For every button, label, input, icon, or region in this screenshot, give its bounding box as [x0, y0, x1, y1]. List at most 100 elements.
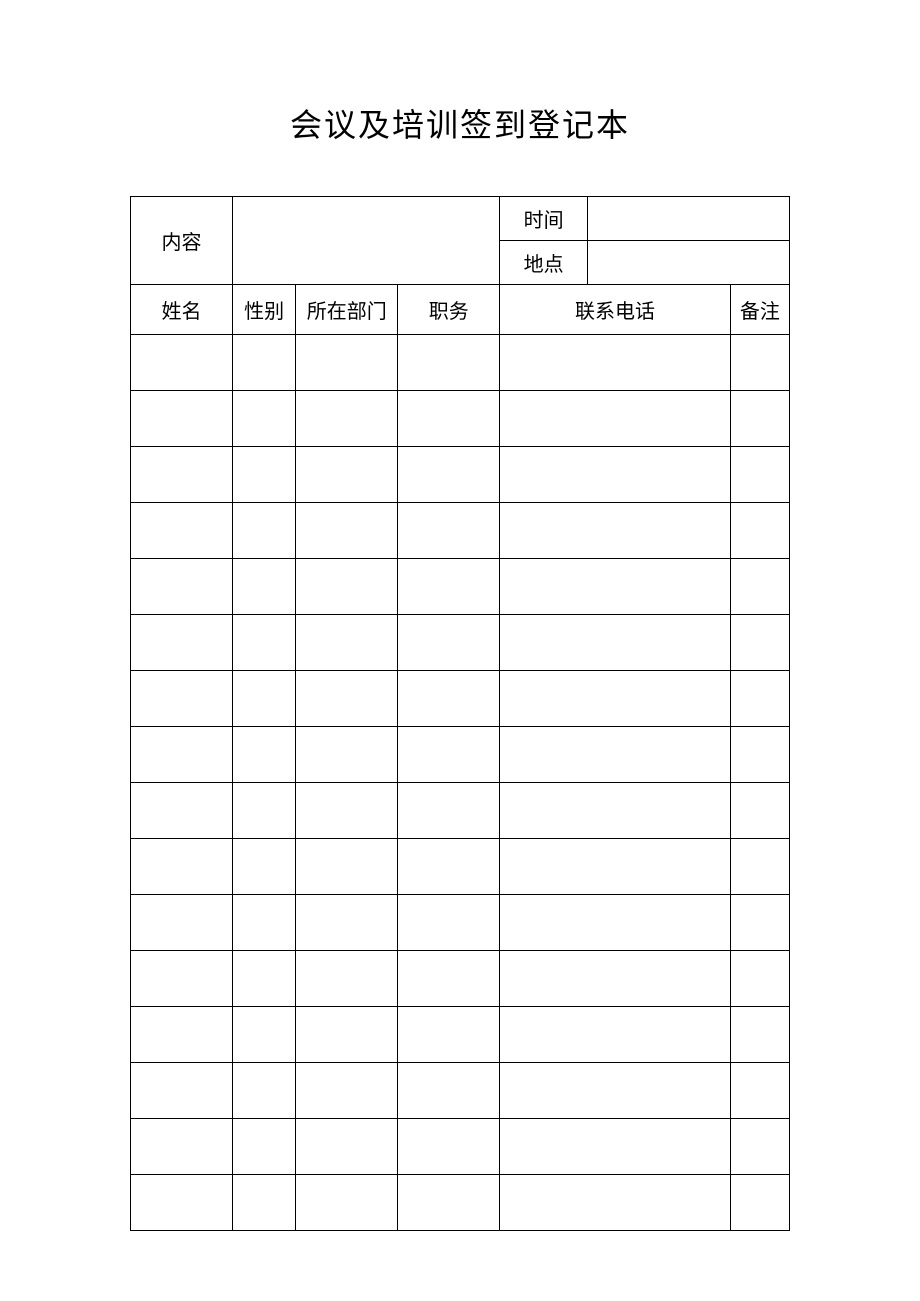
cell-name: [131, 503, 233, 559]
time-value-cell: [587, 197, 789, 241]
cell-gender: [233, 1175, 296, 1231]
cell-gender: [233, 1119, 296, 1175]
cell-remark: [730, 727, 789, 783]
signin-table: 内容 时间 地点 姓名 性别 所在部门 职务 联系电话 备注: [130, 196, 790, 1231]
cell-department: [296, 671, 398, 727]
cell-phone: [500, 783, 731, 839]
cell-remark: [730, 1063, 789, 1119]
col-header-department: 所在部门: [296, 285, 398, 335]
cell-name: [131, 1007, 233, 1063]
table-row: [131, 1175, 790, 1231]
cell-phone: [500, 503, 731, 559]
cell-phone: [500, 727, 731, 783]
cell-gender: [233, 1063, 296, 1119]
header-row-1: 内容 时间: [131, 197, 790, 241]
cell-phone: [500, 1063, 731, 1119]
table-row: [131, 895, 790, 951]
cell-remark: [730, 783, 789, 839]
cell-position: [398, 671, 500, 727]
cell-gender: [233, 671, 296, 727]
content-value-cell: [233, 197, 500, 285]
cell-gender: [233, 1007, 296, 1063]
cell-remark: [730, 559, 789, 615]
cell-position: [398, 391, 500, 447]
cell-department: [296, 503, 398, 559]
page-container: 会议及培训签到登记本 内容 时间 地点 姓名 性别: [0, 0, 920, 1231]
cell-position: [398, 1063, 500, 1119]
cell-gender: [233, 503, 296, 559]
cell-position: [398, 503, 500, 559]
table-row: [131, 839, 790, 895]
cell-name: [131, 783, 233, 839]
cell-name: [131, 951, 233, 1007]
cell-name: [131, 895, 233, 951]
table-row: [131, 559, 790, 615]
cell-department: [296, 335, 398, 391]
cell-gender: [233, 951, 296, 1007]
cell-department: [296, 1007, 398, 1063]
cell-name: [131, 391, 233, 447]
cell-remark: [730, 951, 789, 1007]
table-row: [131, 727, 790, 783]
cell-position: [398, 727, 500, 783]
cell-department: [296, 1175, 398, 1231]
table-row: [131, 1007, 790, 1063]
col-header-phone: 联系电话: [500, 285, 731, 335]
cell-remark: [730, 391, 789, 447]
cell-position: [398, 1119, 500, 1175]
cell-gender: [233, 895, 296, 951]
table-row: [131, 335, 790, 391]
cell-gender: [233, 335, 296, 391]
cell-position: [398, 559, 500, 615]
cell-department: [296, 783, 398, 839]
col-header-position: 职务: [398, 285, 500, 335]
cell-position: [398, 447, 500, 503]
cell-department: [296, 447, 398, 503]
col-header-remark: 备注: [730, 285, 789, 335]
cell-remark: [730, 1119, 789, 1175]
cell-gender: [233, 727, 296, 783]
cell-position: [398, 1007, 500, 1063]
cell-department: [296, 839, 398, 895]
cell-phone: [500, 671, 731, 727]
cell-remark: [730, 503, 789, 559]
cell-phone: [500, 895, 731, 951]
cell-remark: [730, 839, 789, 895]
cell-phone: [500, 447, 731, 503]
cell-remark: [730, 335, 789, 391]
cell-phone: [500, 615, 731, 671]
cell-phone: [500, 335, 731, 391]
cell-name: [131, 559, 233, 615]
cell-phone: [500, 391, 731, 447]
cell-remark: [730, 1007, 789, 1063]
cell-name: [131, 1119, 233, 1175]
cell-department: [296, 615, 398, 671]
cell-gender: [233, 839, 296, 895]
table-row: [131, 1063, 790, 1119]
cell-name: [131, 1063, 233, 1119]
cell-department: [296, 727, 398, 783]
cell-remark: [730, 447, 789, 503]
cell-phone: [500, 1175, 731, 1231]
cell-position: [398, 335, 500, 391]
table-row: [131, 447, 790, 503]
location-label-cell: 地点: [500, 241, 588, 285]
cell-phone: [500, 1119, 731, 1175]
cell-department: [296, 391, 398, 447]
cell-name: [131, 1175, 233, 1231]
cell-phone: [500, 839, 731, 895]
time-label-cell: 时间: [500, 197, 588, 241]
cell-phone: [500, 1007, 731, 1063]
cell-position: [398, 615, 500, 671]
table-row: [131, 1119, 790, 1175]
table-row: [131, 615, 790, 671]
col-header-gender: 性别: [233, 285, 296, 335]
cell-name: [131, 727, 233, 783]
cell-gender: [233, 783, 296, 839]
cell-department: [296, 1063, 398, 1119]
cell-phone: [500, 559, 731, 615]
table-row: [131, 783, 790, 839]
cell-department: [296, 951, 398, 1007]
cell-department: [296, 1119, 398, 1175]
cell-remark: [730, 1175, 789, 1231]
